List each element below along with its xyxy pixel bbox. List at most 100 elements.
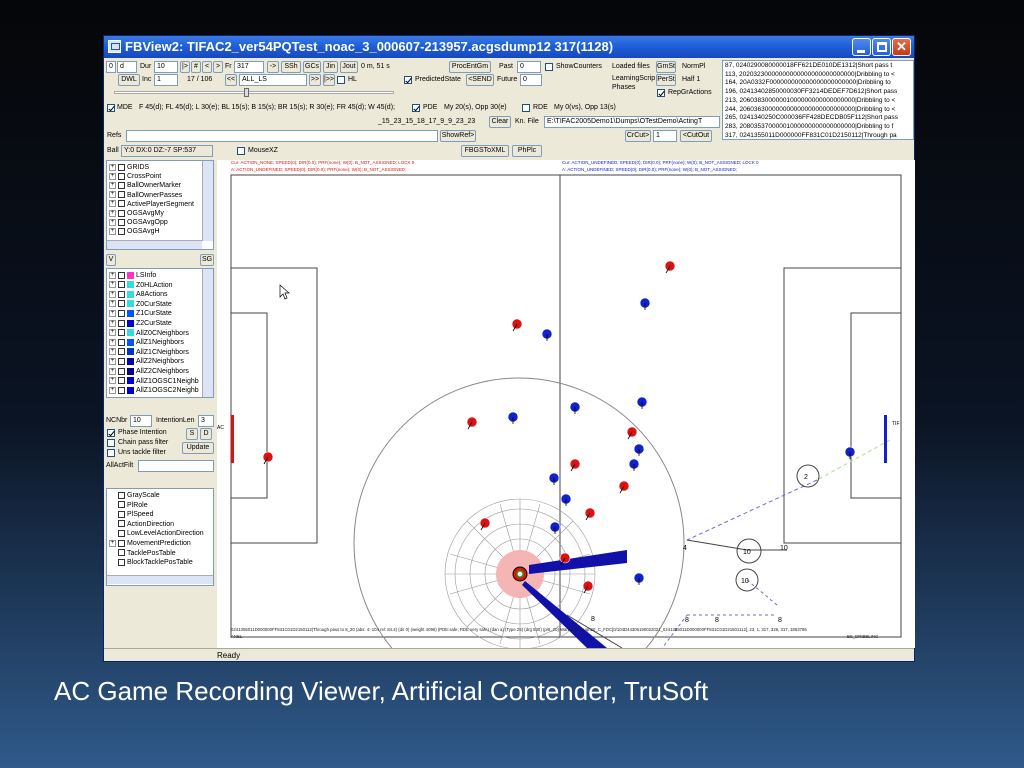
expand-icon[interactable]: +	[109, 209, 116, 217]
action-list-item[interactable]: 283, 20803537000001000000000000000000|Dr…	[725, 123, 893, 131]
procentgm-button[interactable]: ProcEntGm	[449, 61, 491, 73]
kn-file-path[interactable]: E:\TIFAC2005Demo1\Dumps\OTestDemo\Acting…	[544, 116, 720, 128]
s-button[interactable]: S	[186, 428, 198, 440]
tree1-item[interactable]: + OGSAvgOpp	[109, 218, 168, 227]
tree1-item[interactable]: + GRIDS	[109, 163, 149, 172]
layer-checkbox[interactable]	[118, 218, 125, 226]
expand-icon[interactable]: +	[109, 228, 116, 236]
layer-checkbox[interactable]	[118, 348, 125, 356]
fr-input[interactable]: 317	[234, 61, 264, 73]
title-bar[interactable]: FBView2: TIFAC2_ver54PQTest_noac_3_00060…	[104, 36, 914, 58]
time-slider-thumb[interactable]	[244, 88, 249, 97]
repgractions-checkbox[interactable]	[657, 89, 665, 97]
tree1-item[interactable]: + ActivePlayerSegment	[109, 200, 194, 209]
crcut-button[interactable]: CrCut>	[625, 130, 651, 142]
showcounters-checkbox[interactable]	[545, 63, 553, 71]
nav-button-2[interactable]: <	[202, 61, 212, 73]
layer-checkbox[interactable]	[118, 510, 125, 518]
time-slider[interactable]	[114, 91, 394, 94]
inc-input[interactable]: 1	[154, 74, 178, 86]
tree1-item[interactable]: + OGSAvgH	[109, 227, 160, 236]
tree3-item[interactable]: BlockTacklePosTable	[109, 558, 193, 567]
layer-checkbox[interactable]	[118, 501, 125, 509]
soccer-field-view[interactable]: Cur: ACTION_NONE; SPEED(0); DIR(0.0); PR…	[217, 160, 915, 709]
expand-icon[interactable]: +	[109, 377, 116, 385]
expand-icon[interactable]: +	[109, 200, 116, 208]
tree1-vscroll[interactable]	[202, 161, 213, 241]
update-button[interactable]: Update	[182, 442, 214, 454]
expand-icon[interactable]: +	[109, 338, 116, 346]
showref-button[interactable]: ShowRef>	[440, 130, 476, 142]
tree3-item[interactable]: ActionDirection	[109, 520, 174, 529]
action-list-item[interactable]: 244, 20603630000000000000000000000000|Dr…	[725, 106, 895, 114]
layer-checkbox[interactable]	[118, 310, 125, 318]
ssh-button[interactable]: SSh	[281, 61, 301, 73]
tree1-item[interactable]: + BallOwnerPasses	[109, 191, 182, 200]
expand-icon[interactable]: +	[109, 300, 116, 308]
expand-icon[interactable]: +	[109, 358, 116, 366]
tree2-item[interactable]: + AllZ0CNeighbors	[109, 329, 189, 338]
action-list-item[interactable]: 113, 20203230000000000000000000000000|Dr…	[725, 71, 895, 79]
dur-input[interactable]: 10	[154, 61, 178, 73]
mde-checkbox[interactable]	[107, 104, 115, 112]
tree2-item[interactable]: + LSInfo	[109, 271, 156, 280]
expand-icon[interactable]: +	[109, 281, 116, 289]
clear-button[interactable]: Clear	[489, 116, 511, 128]
ncnbr-input[interactable]: 10	[130, 415, 152, 427]
refs-select[interactable]	[126, 130, 438, 142]
tree3-item[interactable]: LowLevelActionDirection	[109, 529, 204, 538]
layer-checkbox[interactable]	[118, 228, 125, 236]
phase-intention-checkbox[interactable]	[107, 429, 115, 437]
cutout-button[interactable]: <CutOut	[680, 130, 712, 142]
layer-checkbox[interactable]	[118, 172, 125, 180]
perst-button[interactable]: PerSt	[656, 74, 676, 86]
go-button[interactable]: ->	[267, 61, 279, 73]
tree3-hscroll[interactable]	[107, 575, 213, 584]
layer-checkbox[interactable]	[118, 200, 125, 208]
close-button[interactable]: ✕	[892, 38, 911, 56]
expand-icon[interactable]: +	[109, 329, 116, 337]
layer-checkbox[interactable]	[118, 300, 125, 308]
send-button[interactable]: <SEND	[466, 74, 494, 86]
minimize-button[interactable]	[852, 38, 871, 56]
expand-icon[interactable]: +	[109, 386, 116, 394]
mousexz-checkbox[interactable]	[237, 147, 245, 155]
expand-icon[interactable]: +	[109, 218, 116, 226]
crcut-input[interactable]: 1	[653, 130, 677, 142]
gmst-button[interactable]: GmSt	[656, 61, 676, 73]
nav-button-1[interactable]: #	[191, 61, 201, 73]
tree2-item[interactable]: + Z0CurState	[109, 300, 172, 309]
past-input[interactable]: 0	[517, 61, 541, 73]
layer-tree-2[interactable]: + LSInfo + Z0HLAction + A8Actions + Z0CurState +…	[106, 268, 214, 398]
tree3-item[interactable]: PlSpeed	[109, 510, 153, 519]
fwd-button[interactable]: >>	[309, 74, 321, 86]
action-list-item[interactable]: 265, 0241340250C000036FF428DECDB05F112|S…	[725, 114, 898, 122]
phplc-button[interactable]: PhPlc	[512, 145, 542, 157]
action-list-item[interactable]: 196, 02413402850000030FF3214DEDEF7D612|S…	[725, 88, 897, 96]
tree2-item[interactable]: + Z0HLAction	[109, 281, 173, 290]
expand-icon[interactable]: +	[109, 163, 116, 171]
uns-tackle-checkbox[interactable]	[107, 449, 115, 457]
layer-checkbox[interactable]	[118, 549, 125, 557]
gcs-button[interactable]: GCs	[303, 61, 321, 73]
fwd2-button[interactable]: |>>	[323, 74, 335, 86]
tree3-item[interactable]: PlRole	[109, 501, 148, 510]
allactfilt-input[interactable]	[138, 460, 214, 472]
expand-icon[interactable]: +	[109, 191, 116, 199]
layer-checkbox[interactable]	[118, 558, 125, 566]
v-button[interactable]: V	[106, 254, 116, 266]
tree2-item[interactable]: + AllZ1OGSC2Neighb	[109, 386, 199, 395]
jout-button[interactable]: Jout	[340, 61, 358, 73]
hl-checkbox[interactable]	[337, 76, 345, 84]
tree1-item[interactable]: + BallOwnerMarker	[109, 181, 181, 190]
fbgstoxml-button[interactable]: FBGSToXML	[461, 145, 509, 157]
tree2-item[interactable]: + AllZ2CNeighbors	[109, 367, 189, 376]
layer-checkbox[interactable]	[118, 520, 125, 528]
layer-checkbox[interactable]	[118, 338, 125, 346]
action-list-item[interactable]: 87, 0240290080000018FF621DE010DE1312|Sho…	[725, 62, 892, 70]
expand-icon[interactable]: +	[109, 271, 116, 279]
layer-checkbox[interactable]	[118, 182, 125, 190]
action-list-item[interactable]: 164, 20A0332F000000000000000000000000|Dr…	[725, 79, 891, 87]
nav-button-3[interactable]: >	[213, 61, 223, 73]
tree2-vscroll[interactable]	[202, 269, 213, 397]
